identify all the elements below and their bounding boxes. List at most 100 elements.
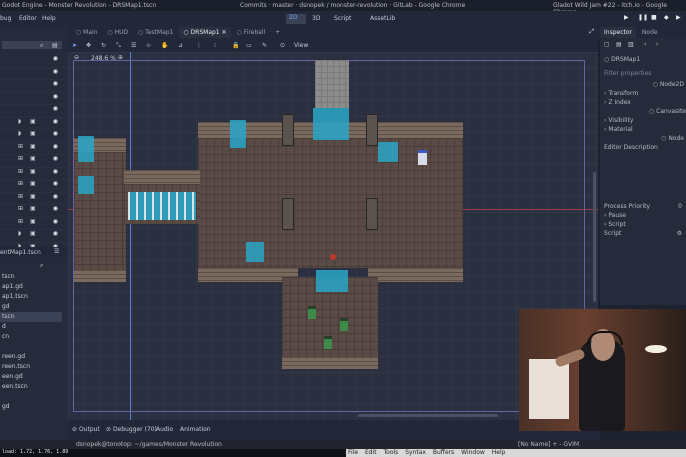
- scene-tree-row[interactable]: ⊞ ▣ ◉: [0, 168, 68, 180]
- map-enemy-sprite[interactable]: [340, 318, 348, 331]
- scene-tree-row[interactable]: ◉: [0, 80, 68, 93]
- instance-icon[interactable]: ⊞: [18, 168, 23, 175]
- stop-icon[interactable]: ■: [651, 14, 657, 21]
- horizontal-scrollbar[interactable]: [358, 414, 498, 417]
- section-material[interactable]: › Material: [600, 125, 686, 134]
- select-tool-icon[interactable]: ➤: [72, 42, 77, 49]
- script-icon[interactable]: ▣: [30, 230, 36, 237]
- group-icon[interactable]: ▭: [246, 42, 252, 49]
- pan-tool-icon[interactable]: ✋: [161, 42, 168, 49]
- animation-tab[interactable]: Animation: [180, 426, 211, 433]
- file-item[interactable]: reen.gd: [0, 352, 62, 362]
- instance-icon[interactable]: ⊞: [18, 193, 23, 200]
- file-item[interactable]: tscn: [0, 272, 62, 282]
- inspector-node-row[interactable]: ○ DRSMap1: [600, 55, 686, 64]
- menu-help[interactable]: Help: [42, 15, 56, 22]
- file-item[interactable]: gd: [0, 402, 62, 412]
- filesystem-search-icon[interactable]: ⌕: [40, 262, 43, 270]
- tab-testmap1[interactable]: ○ TestMap1: [134, 27, 177, 38]
- tab-fireball[interactable]: ○ Fireball: [232, 27, 269, 38]
- vim-title[interactable]: [No Name] + - GVIM: [518, 441, 579, 448]
- visibility-eye-icon[interactable]: ◉: [53, 68, 58, 75]
- file-item[interactable]: reen.tscn: [0, 362, 62, 372]
- mode-assetlib-button[interactable]: AssetLib: [370, 15, 395, 22]
- tab-main[interactable]: ○ Main: [72, 27, 101, 38]
- instance-icon[interactable]: ⊞: [18, 155, 23, 162]
- visibility-eye-icon[interactable]: ◉: [53, 143, 58, 150]
- snap-icon[interactable]: ⋮: [196, 42, 202, 49]
- file-item[interactable]: gd: [0, 302, 62, 312]
- distraction-free-icon[interactable]: ⤢: [589, 28, 594, 36]
- list-select-icon[interactable]: ☰: [131, 42, 136, 49]
- new-resource-icon[interactable]: ▢: [604, 41, 610, 48]
- lock-icon[interactable]: 🔒: [232, 42, 239, 49]
- instance-icon[interactable]: ⊞: [18, 180, 23, 187]
- play-icon[interactable]: ▶: [624, 14, 629, 21]
- process-priority-row[interactable]: Process Priority 0: [600, 202, 686, 211]
- save-resource-icon[interactable]: ▥: [628, 41, 634, 48]
- browser-window-title-1[interactable]: Commits · master · dsnopek / monster-rev…: [240, 2, 465, 9]
- vim-menu-window[interactable]: Window: [461, 449, 485, 456]
- scale-tool-icon[interactable]: ⤡: [116, 42, 121, 50]
- scene-tree-row[interactable]: ◉: [0, 68, 68, 80]
- view-menu[interactable]: View: [294, 42, 308, 49]
- list-view-icon[interactable]: ☰: [54, 248, 59, 255]
- file-item[interactable]: een.tscn: [0, 382, 62, 392]
- script-icon[interactable]: ▣: [30, 155, 36, 162]
- filter-icon[interactable]: ▤: [52, 42, 58, 49]
- section-z-index[interactable]: › Z Index: [600, 98, 686, 107]
- visibility-eye-icon[interactable]: ◉: [53, 218, 58, 225]
- menu-debug[interactable]: bug: [0, 15, 11, 22]
- map-player-sprite[interactable]: [418, 150, 427, 165]
- mode-script-button[interactable]: Script: [334, 15, 351, 22]
- vertical-scrollbar[interactable]: [593, 172, 596, 302]
- scene-tree-row[interactable]: ◗ ▣ ◉: [0, 130, 68, 143]
- map-enemy-sprite[interactable]: [308, 306, 316, 319]
- visibility-eye-icon[interactable]: ◉: [53, 130, 58, 137]
- script-icon[interactable]: ▣: [30, 180, 36, 187]
- vim-menu-file[interactable]: File: [348, 449, 358, 456]
- vim-menu-tools[interactable]: Tools: [384, 449, 399, 456]
- section-transform[interactable]: › Transform: [600, 89, 686, 98]
- mode-3d-button[interactable]: 3D: [312, 15, 320, 22]
- visibility-eye-icon[interactable]: ◉: [53, 105, 58, 112]
- section-visibility[interactable]: › Visibility: [600, 116, 686, 125]
- process-priority-value[interactable]: 0: [678, 202, 682, 211]
- ruler-tool-icon[interactable]: ⊿: [178, 42, 183, 49]
- scene-tree-row[interactable]: ◗ ▣ ◉: [0, 230, 68, 243]
- scene-tree-row[interactable]: ⊞ ▣ ◉: [0, 143, 68, 155]
- script-icon[interactable]: ▣: [30, 143, 36, 150]
- play-scene-icon[interactable]: ◆: [664, 14, 669, 21]
- terminal-title[interactable]: dsnopek@tonotop: ~/games/Monster Revolut…: [76, 441, 222, 448]
- script-icon[interactable]: ▣: [30, 193, 36, 200]
- load-resource-icon[interactable]: ▤: [616, 41, 622, 48]
- pivot-tool-icon[interactable]: ⊹: [146, 42, 151, 49]
- tab-drsmap1[interactable]: ○ DRSMap1 ✕: [179, 27, 231, 38]
- scene-tree-row[interactable]: ⊞ ▣ ◉: [0, 180, 68, 193]
- tab-node[interactable]: Node: [638, 27, 662, 38]
- scene-tree-row[interactable]: ⊞ ▣ ◉: [0, 155, 68, 168]
- output-tab[interactable]: ⊘ Output: [72, 426, 100, 433]
- add-tab-button[interactable]: +: [271, 27, 284, 38]
- visibility-eye-icon[interactable]: ◉: [53, 205, 58, 212]
- menu-editor[interactable]: Editor: [19, 15, 37, 22]
- file-item[interactable]: ap1.tscn: [0, 292, 62, 302]
- script-icon[interactable]: ▣: [30, 218, 36, 225]
- pause-icon[interactable]: ❚❚: [638, 14, 648, 21]
- scene-tree-row[interactable]: ⊞ ▣ ◉: [0, 218, 68, 230]
- file-item[interactable]: [0, 392, 62, 402]
- scene-tree-row[interactable]: ◉: [0, 55, 68, 68]
- map-enemy-sprite[interactable]: [324, 336, 332, 349]
- script-icon[interactable]: ▣: [30, 205, 36, 212]
- debugger-tab[interactable]: ⊘ Debugger (70): [106, 426, 157, 433]
- vim-menu-syntax[interactable]: Syntax: [405, 449, 426, 456]
- tab-hud[interactable]: ○ HUD: [103, 27, 132, 38]
- bone-icon[interactable]: ✎: [262, 42, 267, 49]
- visibility-eye-icon[interactable]: ◉: [53, 80, 58, 87]
- script-property-row[interactable]: Script ⚙: [600, 229, 686, 238]
- vim-menu-edit[interactable]: Edit: [365, 449, 377, 456]
- script-dropdown-icon[interactable]: ⚙: [677, 229, 682, 238]
- audio-tab[interactable]: Audio: [156, 426, 173, 433]
- script-icon[interactable]: ▣: [30, 168, 36, 175]
- instance-icon[interactable]: ⊞: [18, 205, 23, 212]
